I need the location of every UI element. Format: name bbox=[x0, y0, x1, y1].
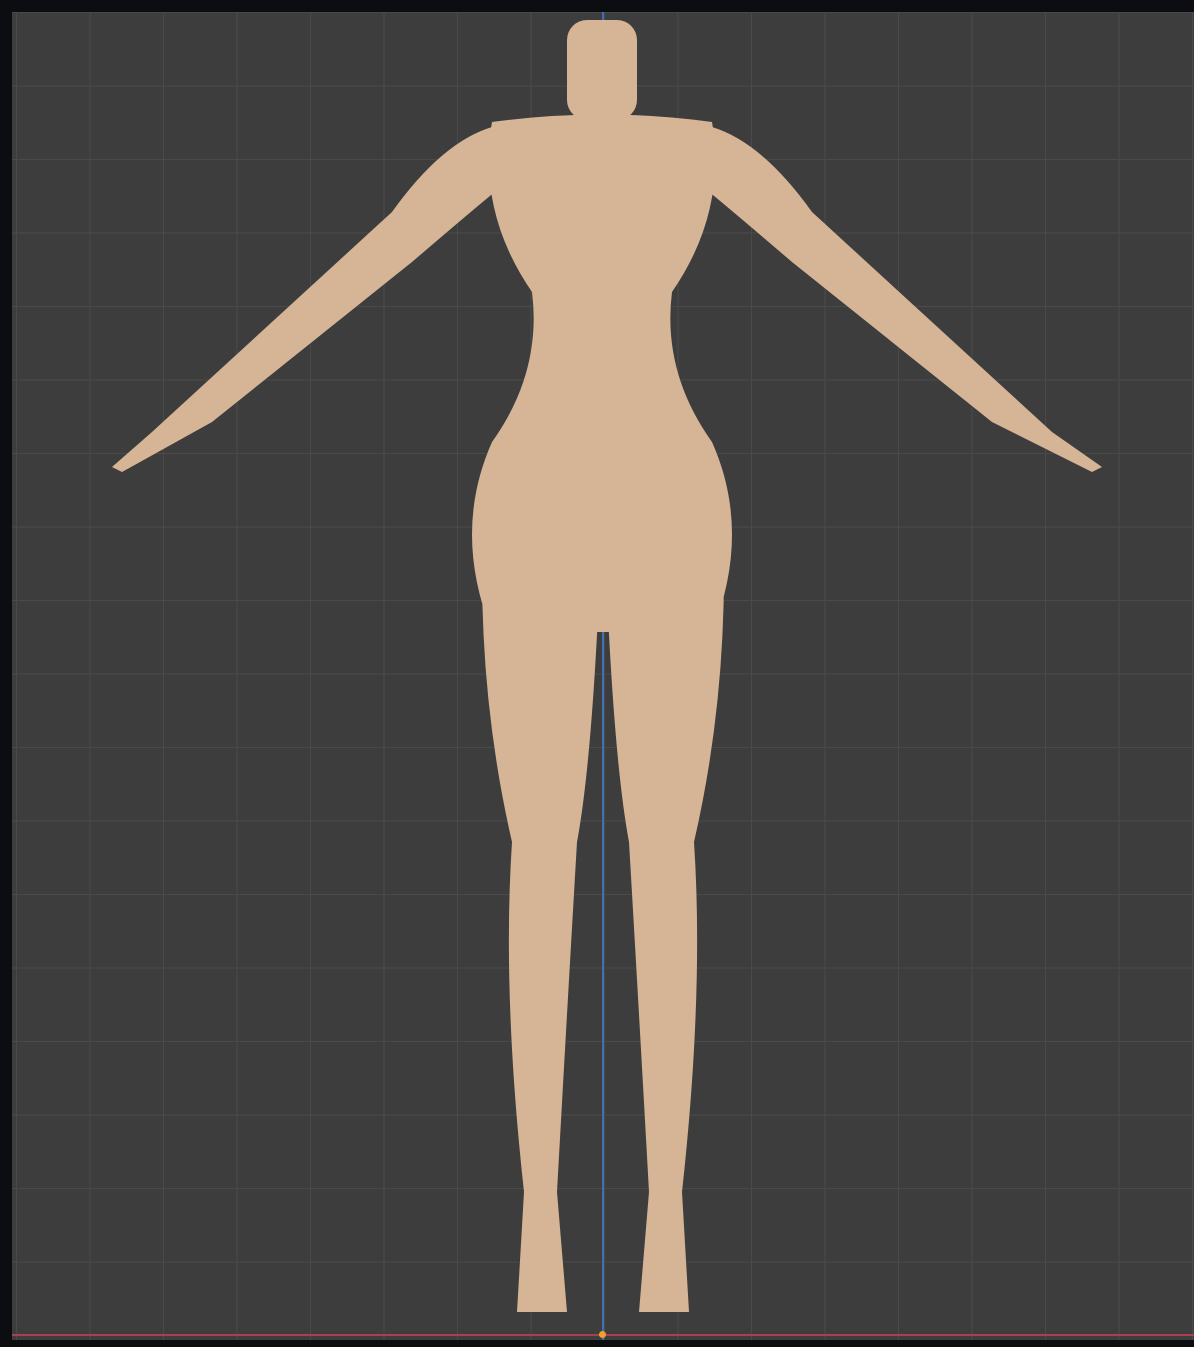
mannequin-model-icon[interactable] bbox=[12, 12, 1194, 1340]
neck bbox=[567, 20, 637, 120]
right-arm bbox=[697, 127, 1102, 472]
right-leg bbox=[606, 572, 724, 1312]
header-bar bbox=[0, 0, 1194, 12]
left-leg bbox=[482, 572, 600, 1312]
3d-viewport[interactable] bbox=[12, 12, 1194, 1340]
torso bbox=[472, 114, 732, 632]
left-arm bbox=[112, 127, 507, 472]
